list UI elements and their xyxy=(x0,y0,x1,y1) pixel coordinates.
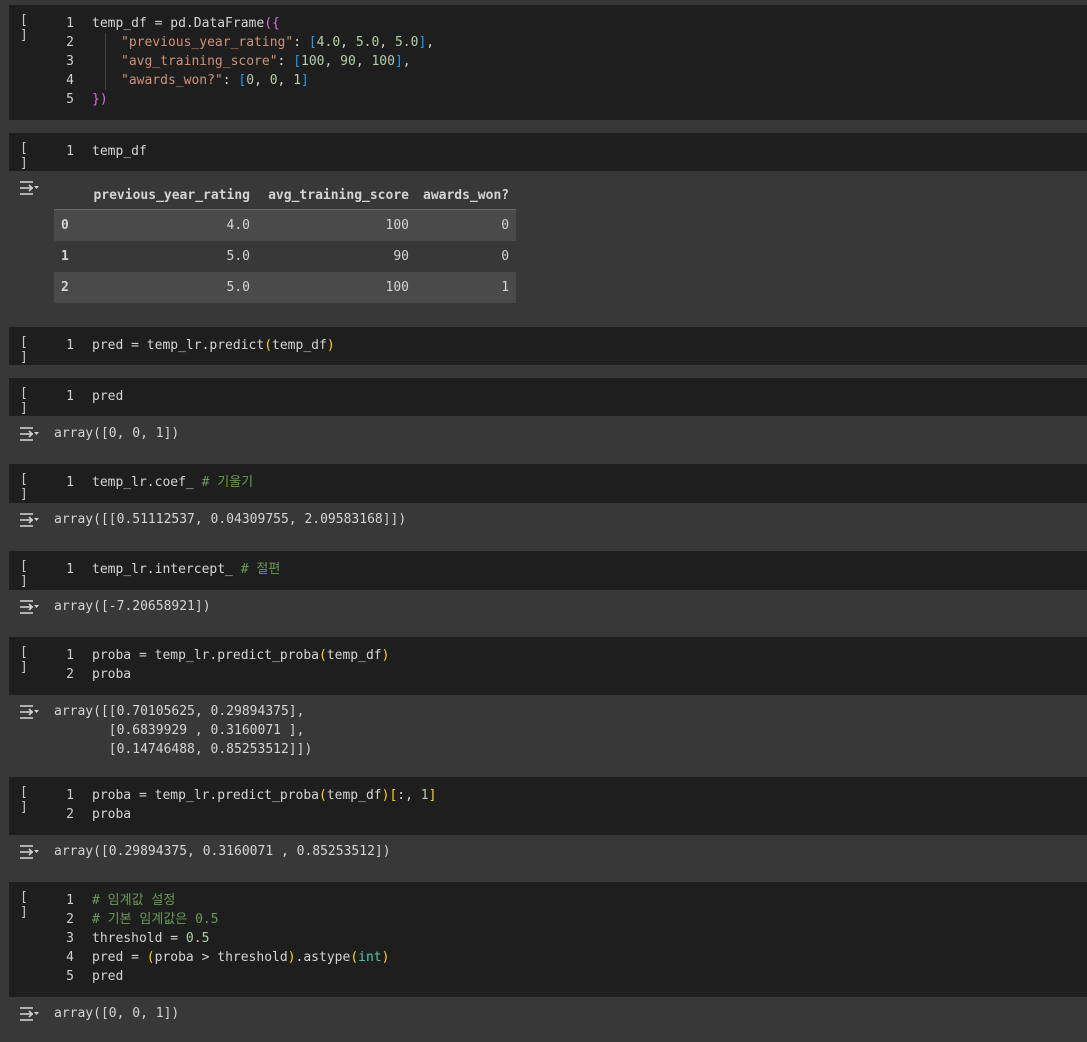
output-actions-icon[interactable] xyxy=(19,426,39,442)
code-cell-9[interactable]: [ ] 1 # 임계값 설정 2 # 기본 임계값은 0.5 3 threshold … xyxy=(9,882,1087,997)
code-cell-2[interactable]: [ ] 1 temp_df xyxy=(9,133,1087,171)
run-cell-button[interactable]: [ ] xyxy=(20,559,44,589)
output-actions-icon[interactable] xyxy=(19,180,39,196)
code-cell-7[interactable]: [ ] 1 proba = temp_lr.predict_proba(temp_… xyxy=(9,637,1087,695)
output-text: array([0, 0, 1]) xyxy=(54,426,180,441)
column-header: awards_won? xyxy=(416,181,517,210)
output-actions-icon[interactable] xyxy=(19,512,39,528)
output-text: array([[0.70105625, 0.29894375], [0.6839… xyxy=(54,704,313,757)
code-cell-3[interactable]: [ ] 1 pred = temp_lr.predict(temp_df) xyxy=(9,327,1087,365)
output-text: array([-7.20658921]) xyxy=(54,599,211,614)
table-row: 0 4.0 100 0 xyxy=(54,209,517,241)
table-row: 2 5.0 100 1 xyxy=(54,272,517,303)
code-cell-6[interactable]: [ ] 1 temp_lr.intercept_ # 절편 xyxy=(9,551,1087,590)
run-cell-button[interactable]: [ ] xyxy=(20,335,44,365)
run-cell-button[interactable]: [ ] xyxy=(20,645,44,675)
run-cell-button[interactable]: [ ] xyxy=(20,386,44,416)
run-cell-button[interactable]: [ ] xyxy=(20,785,44,815)
run-cell-button[interactable]: [ ] xyxy=(20,472,44,502)
output-text: array([0.29894375, 0.3160071 , 0.8525351… xyxy=(54,844,391,859)
output-text: array([[0.51112537, 0.04309755, 2.095831… xyxy=(54,512,407,527)
column-header: avg_training_score xyxy=(257,181,416,210)
output-text: array([0, 0, 1]) xyxy=(54,1006,180,1021)
output-actions-icon[interactable] xyxy=(19,1006,39,1022)
run-cell-button[interactable]: [ ] xyxy=(20,13,44,43)
column-header: previous_year_rating xyxy=(83,181,257,210)
run-cell-button[interactable]: [ ] xyxy=(20,890,44,920)
output-actions-icon[interactable] xyxy=(19,599,39,615)
code-cell-4[interactable]: [ ] 1 pred xyxy=(9,378,1087,416)
dataframe-table: previous_year_rating avg_training_score … xyxy=(54,181,517,303)
code-cell-1[interactable]: [ ] 1 temp_df = pd.DataFrame({ 2 "previous… xyxy=(9,5,1087,120)
code-cell-8[interactable]: [ ] 1 proba = temp_lr.predict_proba(temp_… xyxy=(9,777,1087,835)
index-header xyxy=(54,181,83,210)
output-actions-icon[interactable] xyxy=(19,704,39,720)
output-actions-icon[interactable] xyxy=(19,844,39,860)
code-cell-5[interactable]: [ ] 1 temp_lr.coef_ # 기울기 xyxy=(9,464,1087,503)
table-row: 1 5.0 90 0 xyxy=(54,241,517,272)
run-cell-button[interactable]: [ ] xyxy=(20,141,44,171)
